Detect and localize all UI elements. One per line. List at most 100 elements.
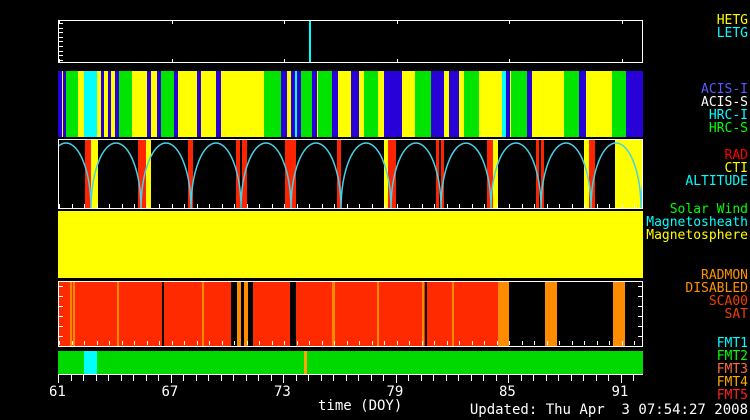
axis-minor-tick [583,375,584,381]
axis-tick-label: 67 [161,384,179,400]
radmon-minor-tick [334,341,335,345]
gratings-x-tick [621,59,623,62]
right-label-column: HETG LETG ACIS-I ACIS-S HRC-I HRC-S RAD CTI ALTI… [645,0,750,420]
instruments-segment [216,71,221,137]
axis-minor-tick [633,375,634,381]
altitude-minor-tick [371,204,373,208]
radmon-segment [332,282,335,346]
altitude-minor-tick [284,204,285,208]
gratings-x-tick [284,21,285,24]
radmon-segment [498,282,509,346]
radmon-minor-tick [609,341,610,345]
altitude-minor-tick [534,204,535,208]
altitude-minor-tick [484,204,485,208]
radmon-minor-tick [559,341,560,345]
altitude-minor-tick [346,204,348,208]
axis-minor-tick [120,375,122,381]
band-gratings [58,20,643,63]
radmon-segment [557,282,613,346]
axis-minor-tick [95,375,97,381]
axis-minor-tick [308,375,309,381]
altitude-minor-tick [296,204,298,208]
axis-minor-tick [533,375,534,381]
altitude-minor-tick [359,204,360,208]
radmon-segment [202,282,204,346]
axis-minor-tick [420,375,422,381]
instruments-segment [264,71,281,137]
legend-label-magnetosphere: Magnetosphere [646,228,748,243]
instruments-segment [84,71,97,137]
radmon-y-tick [59,306,63,307]
axis-tick-label: 85 [499,384,516,400]
altitude-minor-tick [146,204,148,208]
gratings-x-tick [509,21,510,24]
altitude-minor-tick [234,204,235,208]
altitude-minor-tick [584,204,585,208]
radmon-segment [452,282,454,346]
gratings-x-tick [171,59,173,62]
radmon-minor-tick [296,341,298,345]
altitude-minor-tick [171,204,173,208]
radmon-minor-tick [359,341,360,345]
radmon-minor-tick [221,341,223,345]
instruments-segment [464,71,479,137]
radmon-minor-tick [96,341,98,345]
altitude-minor-tick [509,204,510,208]
gratings-x-tick [284,59,285,62]
telemetry-format-segment [304,351,307,374]
radmon-segment [545,282,557,346]
radmon-minor-tick [634,341,635,345]
altitude-minor-tick [109,204,110,208]
instruments-segment [119,71,132,137]
axis-minor-tick [183,375,184,381]
altitude-minor-tick [71,204,73,208]
radmon-minor-tick [121,341,123,345]
band-radmon [58,281,643,347]
radmon-minor-tick [284,341,285,345]
instruments-segment [295,71,297,137]
radmon-minor-tick [571,341,573,345]
altitude-minor-tick [409,204,410,208]
legend-label-sat: SAT [724,307,748,322]
axis-minor-tick [133,375,134,381]
instruments-segment [161,71,174,137]
radmon-y-tick [638,286,642,287]
axis-major-tick [508,375,509,383]
instruments-segment [431,71,444,137]
axis-major-tick [283,375,284,383]
instruments-segment [502,71,506,137]
axis-minor-tick [483,375,484,381]
chandra-schedule-timeline-plot: 61 67 73 79 85 91 time (DOY) HETG LETG ACIS-I AC… [0,0,750,420]
altitude-minor-tick [421,204,423,208]
axis-minor-tick [333,375,334,381]
legend-label-hrc-s: HRC-S [708,121,748,136]
radmon-minor-tick [521,341,523,345]
axis-minor-tick [608,375,609,381]
instruments-segment [115,71,119,137]
telemetry-format-segment [84,351,97,374]
instruments-segment [332,71,338,137]
instruments-segment [364,71,378,137]
radmon-y-tick [638,336,642,337]
altitude-minor-tick [334,204,335,208]
instruments-segment [527,71,532,137]
instruments-segment [626,71,643,137]
gratings-x-tick [59,21,60,24]
radmon-minor-tick [321,341,323,345]
axis-tick-label: 91 [611,384,629,400]
radmon-y-tick [59,326,63,327]
gratings-y-tick [59,50,63,52]
altitude-minor-tick [184,204,185,208]
axis-minor-tick [383,375,384,381]
gratings-x-tick [509,59,510,62]
axis-minor-tick [495,375,497,381]
radmon-minor-tick [421,341,423,345]
altitude-minor-tick [196,204,198,208]
radmon-minor-tick [234,341,235,345]
radmon-minor-tick [196,341,198,345]
radmon-minor-tick [484,341,485,345]
instruments-segment [579,71,586,137]
instruments-segment [297,71,301,137]
gratings-x-tick [396,21,398,24]
axis-minor-tick [220,375,222,381]
